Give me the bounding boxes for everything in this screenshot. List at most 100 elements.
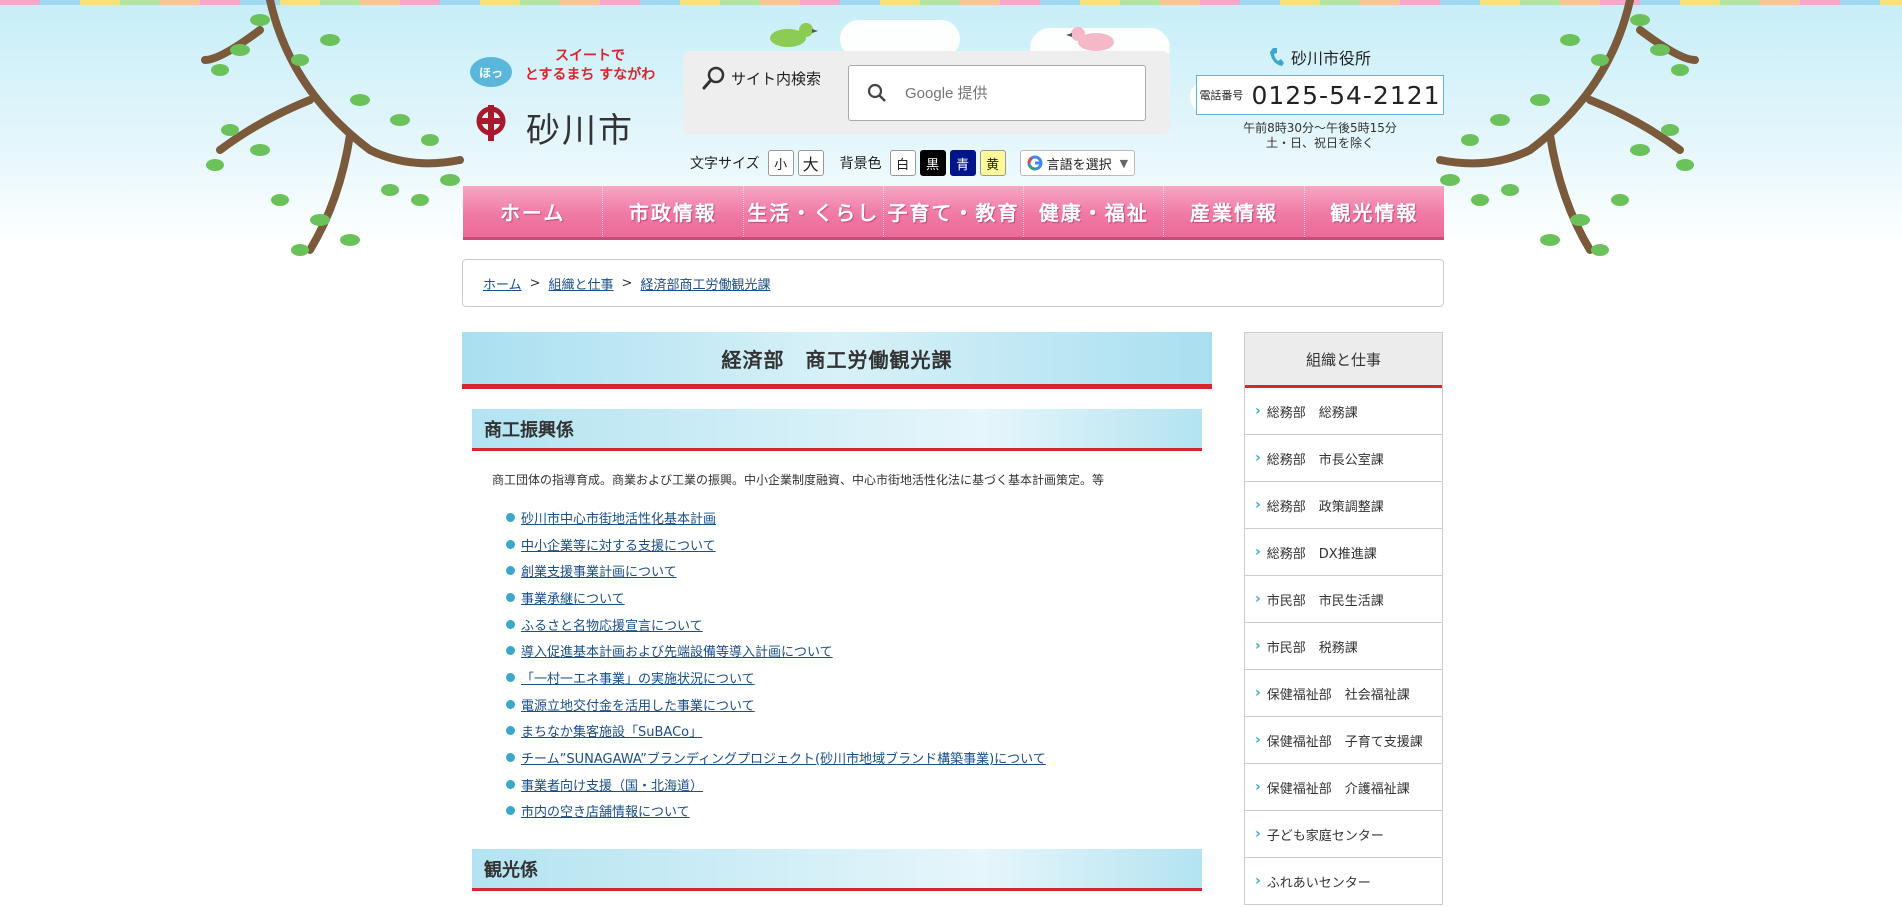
link[interactable]: 電源立地交付金を活用した事業について — [521, 695, 755, 714]
breadcrumb-organization[interactable]: 組織と仕事 — [549, 274, 614, 293]
breadcrumb-current[interactable]: 経済部商工労働観光課 — [640, 274, 770, 293]
chevron-right-icon: › — [1255, 779, 1261, 795]
sidebar-item[interactable]: › 総務部 市長公室課 — [1245, 435, 1442, 482]
list-item: ふるさと名物応援宣言について — [506, 611, 1212, 638]
section-heading-text: 観光係 — [484, 859, 538, 881]
section-heading-text: 商工振興係 — [484, 419, 574, 441]
nav-tourism[interactable]: 観光情報 — [1305, 186, 1444, 237]
logo-speech-bubble: ほっ — [470, 57, 512, 87]
nav-city-info[interactable]: 市政情報 — [603, 186, 744, 237]
link[interactable]: まちなか集客施設「SuBACo」 — [521, 721, 702, 740]
accessibility-toolbar: 文字サイズ 小 大 背景色 白 黒 青 黄 言語を選択 ▼ — [690, 150, 1136, 176]
main-content: 経済部 商工労働観光課 商工振興係 商工団体の指導育成。商業および工業の振興。中… — [462, 332, 1212, 892]
phone-box[interactable]: 電話番号 0125-54-2121 — [1196, 75, 1444, 115]
sidebar-item[interactable]: › 保健福祉部 介護福祉課 — [1245, 764, 1442, 811]
breadcrumb-separator: > — [621, 275, 633, 291]
bg-black-button[interactable]: 黒 — [919, 150, 946, 176]
bg-blue-button[interactable]: 青 — [949, 150, 976, 176]
chevron-right-icon: › — [1255, 685, 1261, 701]
sidebar-item[interactable]: › 子ども家庭センター — [1245, 811, 1442, 858]
sidebar-item-label: 市民部 税務課 — [1266, 640, 1358, 656]
chevron-right-icon: › — [1255, 403, 1261, 419]
language-select[interactable]: 言語を選択 ▼ — [1019, 150, 1136, 176]
link[interactable]: 創業支援事業計画について — [521, 561, 677, 580]
sidebar-item[interactable]: › 市民部 税務課 — [1245, 623, 1442, 670]
sidebar-item[interactable]: › ふれあいセンター — [1245, 858, 1442, 905]
sidebar: 組織と仕事 › 総務部 総務課 › 総務部 市長公室課 › 総務部 政策調整課 › 総務… — [1244, 332, 1443, 905]
list-item: 中小企業等に対する支援について — [506, 531, 1212, 558]
breadcrumb-home[interactable]: ホーム — [483, 274, 522, 293]
logo-tagline: スイートで とするまち すながわ — [520, 47, 660, 85]
list-item: 砂川市中心市街地活性化基本計画 — [506, 504, 1212, 531]
sidebar-item-label: 総務部 DX推進課 — [1266, 546, 1377, 562]
phone-label: 電話番号 — [1199, 89, 1244, 102]
pink-bird-illustration — [1066, 27, 1114, 51]
sidebar-item[interactable]: › 総務部 総務課 — [1245, 388, 1442, 435]
sidebar-item-label: 保健福祉部 介護福祉課 — [1266, 781, 1410, 797]
search-input[interactable] — [905, 84, 1105, 102]
link[interactable]: 事業承継について — [521, 588, 625, 607]
link-list: 砂川市中心市街地活性化基本計画 中小企業等に対する支援について 創業支援事業計画… — [506, 504, 1212, 824]
link[interactable]: 「一村一エネ事業」の実施状況について — [521, 668, 755, 687]
site-search-label-text: サイト内検索 — [731, 69, 822, 88]
city-office-name: 砂川市役所 — [1290, 49, 1371, 68]
phone-icon — [1269, 48, 1284, 66]
section-heading: 商工振興係 — [472, 409, 1202, 451]
link[interactable]: 中小企業等に対する支援について — [521, 535, 716, 554]
language-select-label: 言語を選択 — [1046, 157, 1112, 173]
chevron-right-icon: › — [1255, 591, 1261, 607]
office-hours-line1: 午前8時30分～午後5時15分 — [1243, 121, 1397, 135]
list-item: 「一村一エネ事業」の実施状況について — [506, 664, 1212, 691]
section-description: 商工団体の指導育成。商業および工業の振興。中小企業制度融資、中心市街地活性化法に… — [492, 473, 1105, 487]
page-title: 経済部 商工労働観光課 — [462, 332, 1212, 389]
chevron-right-icon: › — [1255, 544, 1261, 560]
font-size-label: 文字サイズ — [690, 156, 760, 172]
chevron-right-icon: › — [1255, 826, 1261, 842]
sidebar-item-label: 総務部 総務課 — [1266, 405, 1358, 421]
font-small-button[interactable]: 小 — [767, 150, 794, 176]
link[interactable]: 砂川市中心市街地活性化基本計画 — [521, 508, 716, 527]
nav-home[interactable]: ホーム — [463, 186, 604, 237]
link[interactable]: ふるさと名物応援宣言について — [521, 615, 703, 634]
phone-number[interactable]: 0125-54-2121 — [1251, 81, 1440, 110]
list-item: チーム”SUNAGAWA”ブランディングプロジェクト(砂川市地域ブランド構築事業… — [506, 744, 1212, 771]
sidebar-item[interactable]: › 総務部 DX推進課 — [1245, 529, 1442, 576]
search-field-wrapper[interactable] — [848, 65, 1146, 121]
list-item: 事業承継について — [506, 584, 1212, 611]
sidebar-item-label: 市民部 市民生活課 — [1266, 593, 1384, 609]
left-tree-illustration — [201, 0, 464, 256]
site-search-label: サイト内検索 — [701, 65, 821, 91]
sidebar-item-label: 保健福祉部 社会福祉課 — [1266, 687, 1410, 703]
link[interactable]: 市内の空き店舗情報について — [521, 801, 690, 820]
search-icon[interactable] — [867, 83, 887, 103]
bg-yellow-button[interactable]: 黄 — [979, 150, 1006, 176]
chevron-right-icon: › — [1255, 638, 1261, 654]
link[interactable]: 事業者向け支援（国・北海道） — [521, 775, 703, 794]
nav-industry[interactable]: 産業情報 — [1164, 186, 1305, 237]
link[interactable]: 導入促進基本計画および先端設備等導入計画について — [521, 641, 833, 660]
sidebar-item-label: 総務部 政策調整課 — [1266, 499, 1384, 515]
sidebar-item[interactable]: › 保健福祉部 子育て支援課 — [1245, 717, 1442, 764]
sidebar-item-label: 子ども家庭センター — [1266, 828, 1384, 844]
sidebar-item[interactable]: › 市民部 市民生活課 — [1245, 576, 1442, 623]
chevron-right-icon: › — [1255, 873, 1261, 889]
magnifier-icon — [702, 66, 725, 90]
global-nav: ホーム 市政情報 生活・くらし 子育て・教育 健康・福祉 産業情報 観光情報 — [463, 186, 1444, 240]
site-logo[interactable]: ほっ スイートで とするまち すながわ 砂川市 — [470, 45, 660, 151]
bg-color-label: 背景色 — [839, 156, 882, 172]
nav-health-welfare[interactable]: 健康・福祉 — [1024, 186, 1165, 237]
sidebar-item[interactable]: › 総務部 政策調整課 — [1245, 482, 1442, 529]
font-large-button[interactable]: 大 — [797, 150, 824, 176]
page-title-text: 経済部 商工労働観光課 — [721, 347, 953, 372]
nav-childcare-education[interactable]: 子育て・教育 — [884, 186, 1025, 237]
sidebar-item[interactable]: › 保健福祉部 社会福祉課 — [1245, 670, 1442, 717]
sidebar-item-label: 保健福祉部 子育て支援課 — [1266, 734, 1423, 750]
office-hours-line2: 土・日、祝日を除く — [1265, 136, 1374, 150]
city-emblem-icon — [476, 105, 506, 141]
breadcrumb-separator: > — [529, 275, 541, 291]
nav-living[interactable]: 生活・くらし — [744, 186, 884, 237]
office-hours: 午前8時30分～午後5時15分 土・日、祝日を除く — [1196, 121, 1444, 151]
city-name: 砂川市 — [526, 111, 634, 151]
bg-white-button[interactable]: 白 — [889, 150, 916, 176]
link[interactable]: チーム”SUNAGAWA”ブランディングプロジェクト(砂川市地域ブランド構築事業… — [521, 748, 1046, 767]
